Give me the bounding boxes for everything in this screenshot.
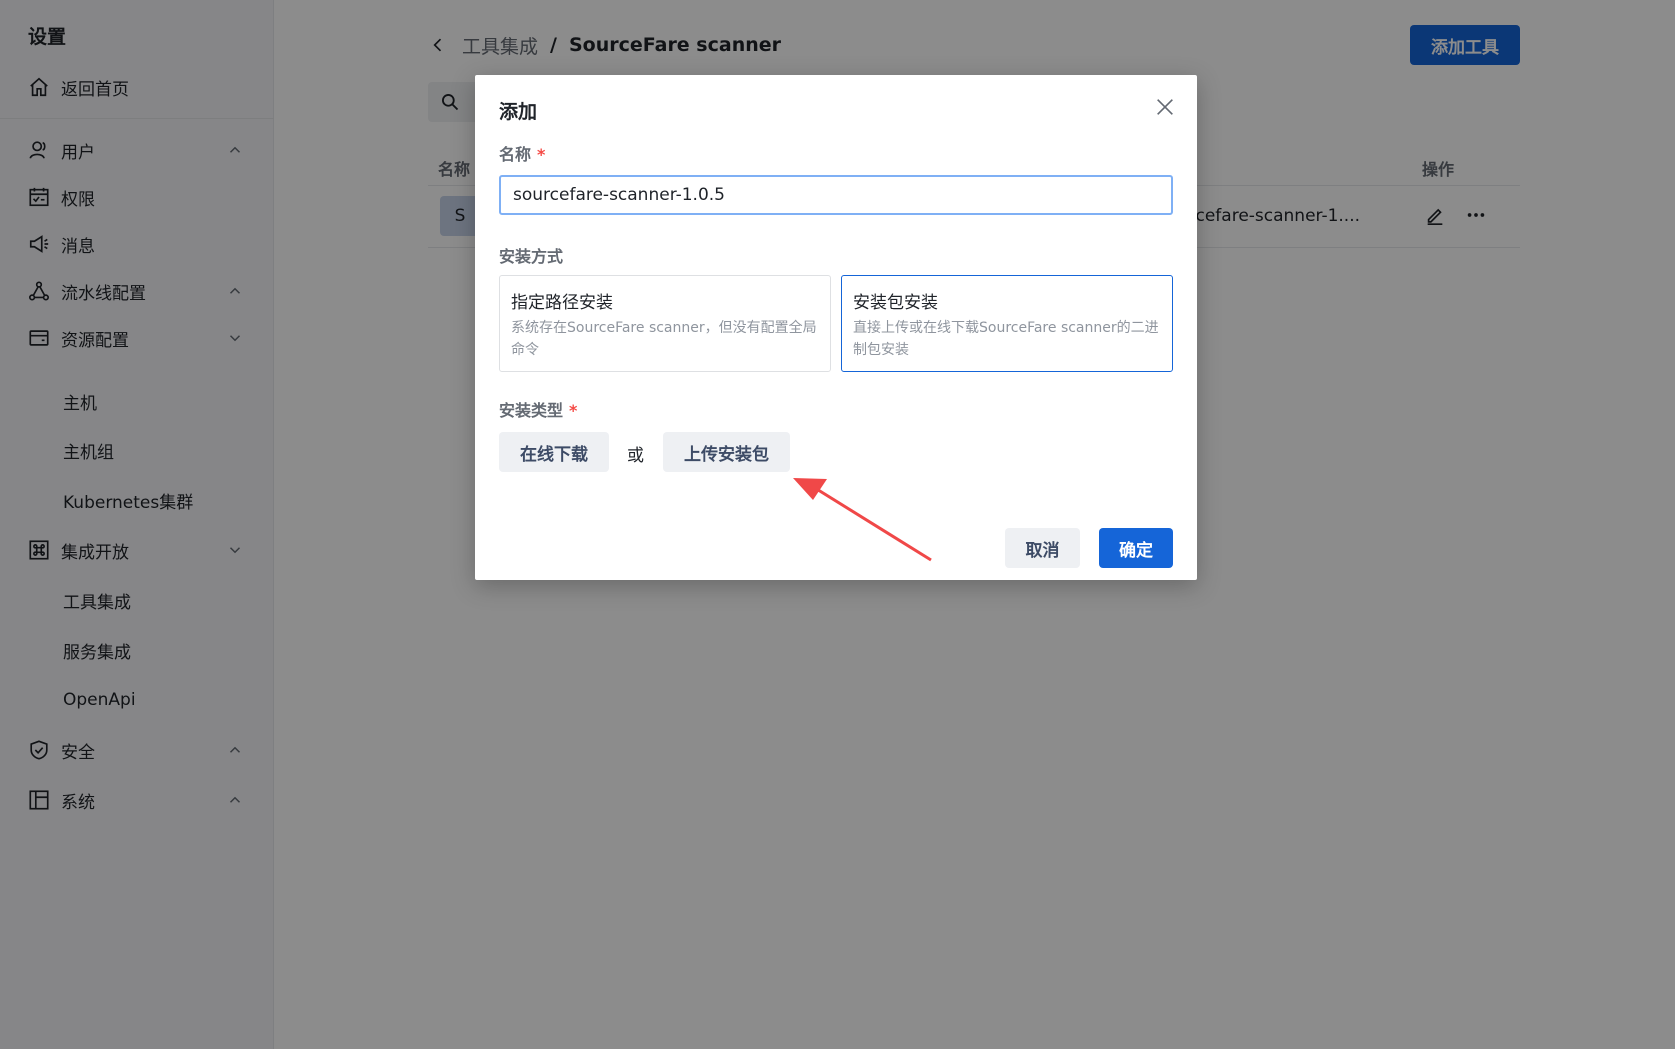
name-field-label: 名称 *	[499, 141, 545, 165]
method-card-package[interactable]: 安装包安装 直接上传或在线下载SourceFare scanner的二进制包安装	[841, 275, 1173, 372]
method-card-path[interactable]: 指定路径安装 系统存在SourceFare scanner，但没有配置全局命令	[499, 275, 831, 372]
method-card-title: 指定路径安装	[511, 293, 613, 313]
or-separator: 或	[627, 446, 644, 466]
required-mark: *	[569, 401, 578, 420]
method-card-description: 直接上传或在线下载SourceFare scanner的二进制包安装	[853, 320, 1159, 358]
online-download-button[interactable]: 在线下载	[499, 432, 609, 472]
install-type-label: 安装类型 *	[499, 397, 577, 421]
required-mark: *	[537, 145, 546, 164]
confirm-button[interactable]: 确定	[1099, 528, 1173, 568]
dialog-title: 添加	[499, 101, 538, 123]
upload-package-button[interactable]: 上传安装包	[663, 432, 790, 472]
method-card-description: 系统存在SourceFare scanner，但没有配置全局命令	[511, 320, 817, 358]
cancel-button[interactable]: 取消	[1005, 528, 1080, 568]
method-card-title: 安装包安装	[853, 293, 938, 313]
name-label-text: 名称	[499, 145, 532, 164]
install-method-label: 安装方式	[499, 247, 564, 266]
close-icon[interactable]	[1154, 96, 1176, 118]
install-type-label-text: 安装类型	[499, 401, 564, 420]
name-field[interactable]	[499, 175, 1173, 215]
add-tool-dialog: 添加 名称 * 安装方式 指定路径安装 系统存在SourceFare scanne…	[475, 75, 1197, 580]
